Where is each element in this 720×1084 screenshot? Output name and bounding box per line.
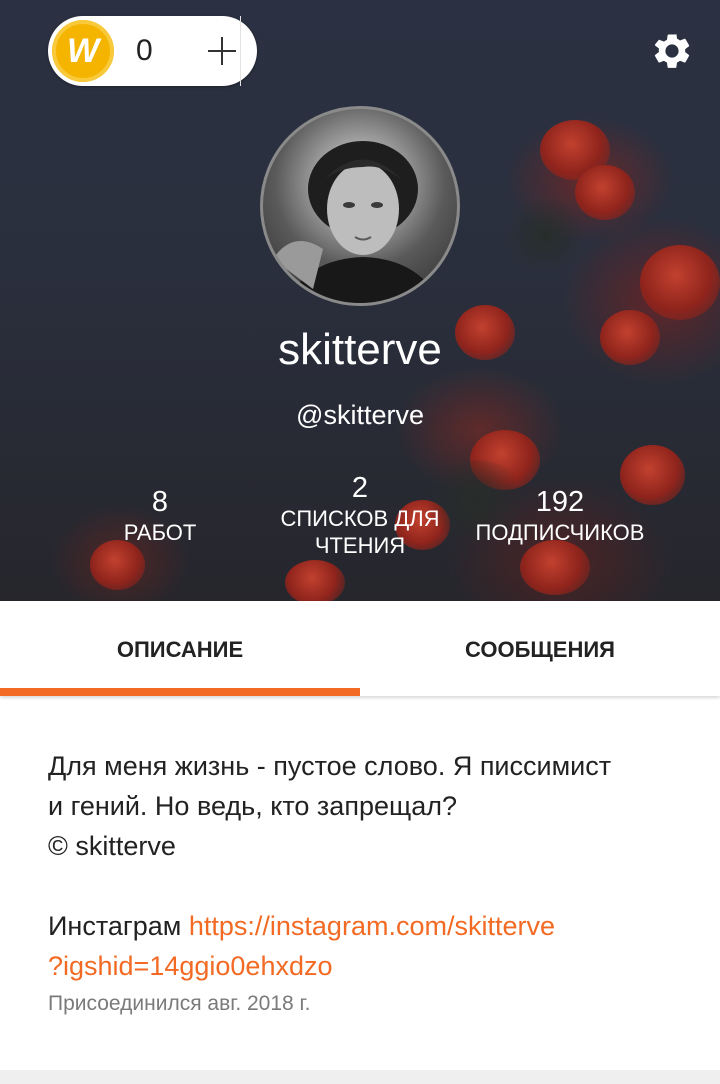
instagram-row: Инстаграм https://instagram.com/skitterv… xyxy=(48,906,678,986)
background-rose xyxy=(640,245,720,320)
bio-line: © skitterve xyxy=(48,831,176,861)
coin-count: 0 xyxy=(136,34,153,67)
coin-divider xyxy=(240,16,241,86)
profile-username: skitterve xyxy=(278,325,442,374)
stat-value: 192 xyxy=(535,486,585,518)
bottom-divider xyxy=(0,1070,720,1084)
stat-label: РАБОТ xyxy=(123,520,197,545)
background-rose xyxy=(90,540,145,590)
stat-reading-lists[interactable]: 2 СПИСКОВ ДЛЯ ЧТЕНИЯ xyxy=(270,471,450,559)
instagram-link-continued[interactable]: ?igshid=14ggio0ehxdzo xyxy=(48,951,333,981)
plus-icon[interactable] xyxy=(208,37,236,65)
gear-icon[interactable] xyxy=(650,29,694,73)
profile-handle: @skitterve xyxy=(296,400,424,430)
stat-works[interactable]: 8 РАБОТ xyxy=(100,485,220,546)
stat-value: 2 xyxy=(351,472,369,504)
background-rose xyxy=(575,165,635,220)
tab-messages[interactable]: СООБЩЕНИЯ xyxy=(360,601,720,696)
profile-header: W 0 skitterve @skitterve 8 РАБОТ 2 СПИСК… xyxy=(0,0,720,601)
stat-label: СПИСКОВ ДЛЯ ЧТЕНИЯ xyxy=(280,506,440,558)
background-rose xyxy=(285,560,345,601)
instagram-link[interactable]: https://instagram.com/skitterve xyxy=(189,911,555,941)
bio-line: Для меня жизнь - пустое слово. Я писсими… xyxy=(48,751,612,781)
active-tab-indicator xyxy=(0,688,360,696)
stat-value: 8 xyxy=(151,486,169,518)
profile-bio: Для меня жизнь - пустое слово. Я писсими… xyxy=(48,746,678,866)
coin-balance-pill[interactable]: W 0 xyxy=(48,16,257,86)
background-leaf xyxy=(500,200,590,270)
joined-date: Присоединился авг. 2018 г. xyxy=(48,992,311,1015)
coin-icon: W xyxy=(52,20,114,82)
tab-description[interactable]: ОПИСАНИЕ xyxy=(0,601,360,696)
stat-label: ПОДПИСЧИКОВ xyxy=(475,520,645,545)
background-rose xyxy=(520,540,590,595)
avatar[interactable] xyxy=(260,106,460,306)
stat-followers[interactable]: 192 ПОДПИСЧИКОВ xyxy=(460,485,660,546)
instagram-label: Инстаграм xyxy=(48,911,182,941)
bio-line: и гений. Но ведь, кто запрещал? xyxy=(48,791,457,821)
profile-tabs: ОПИСАНИЕ СООБЩЕНИЯ xyxy=(0,601,720,696)
